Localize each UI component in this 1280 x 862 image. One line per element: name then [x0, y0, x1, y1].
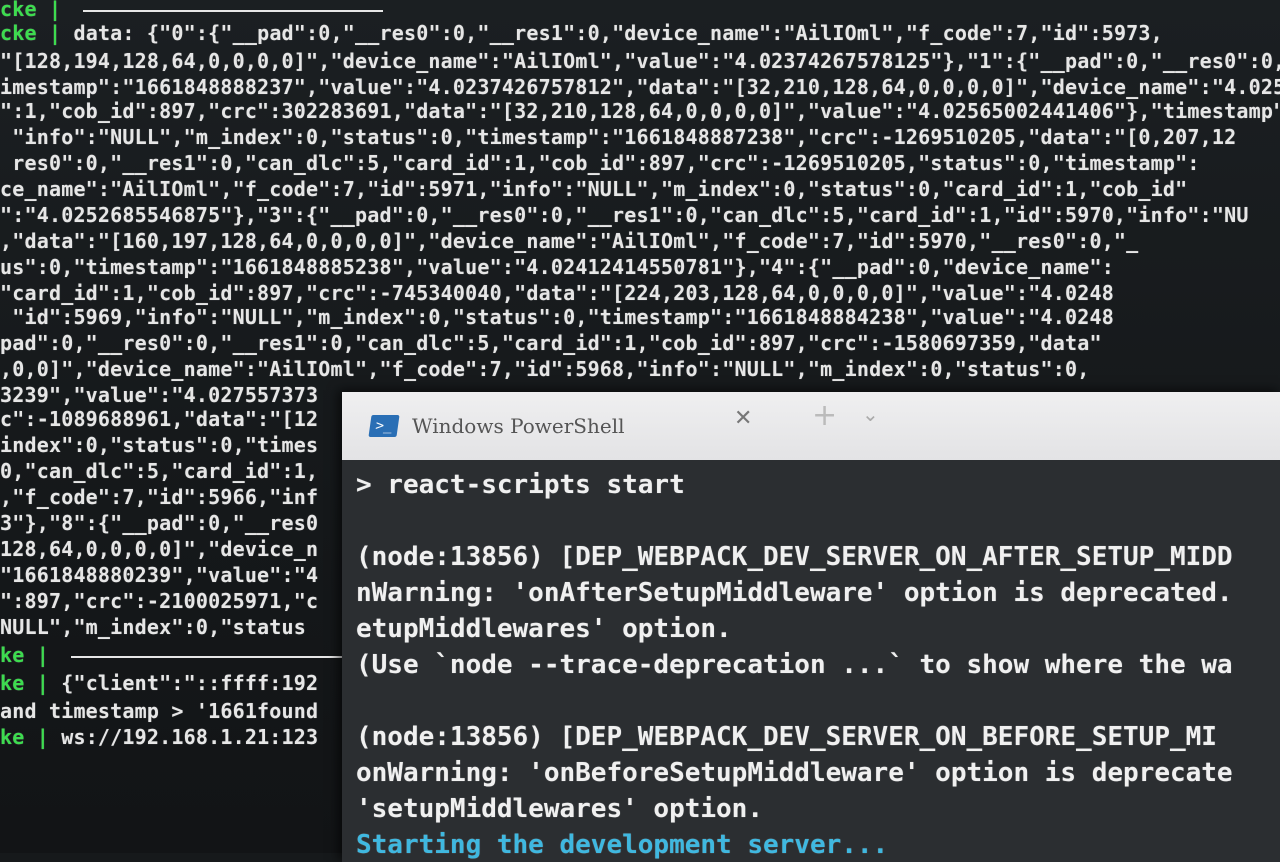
terminal-line: 3"},"8":{"__pad":0,"__res0 — [0, 510, 318, 536]
line-text: index":0,"status":0,"times — [0, 433, 319, 457]
line-text: 3239","value":"4.027557373 — [0, 383, 319, 407]
line-text: "card_id":1,"cob_id":897,"crc":-74534004… — [0, 281, 1114, 305]
powershell-tab[interactable]: >_ Windows PowerShell — [368, 406, 625, 446]
terminal-line: 0,"can_dlc":5,"card_id":1, — [0, 458, 318, 484]
terminal-line: ce_name":"AilIOml","f_code":7,"id":5971,… — [0, 176, 1187, 202]
terminal-line: "id":5969,"info":"NULL","m_index":0,"sta… — [0, 304, 1114, 330]
line-text: us":0,"timestamp":"1661848885238","value… — [0, 255, 1114, 279]
line-text: data: {"0":{"__pad":0,"__res0":0,"__res1… — [61, 21, 1163, 45]
terminal-line: ,"data":"[160,197,128,64,0,0,0,0]","devi… — [0, 228, 1138, 254]
line-text — [49, 643, 61, 667]
terminal-line: ":"4.0252685546875"},"3":{"__pad":0,"__r… — [0, 202, 1249, 228]
line-text: {"client":"::ffff:192 — [48, 671, 319, 695]
terminal-line: "card_id":1,"cob_id":897,"crc":-74534004… — [0, 280, 1114, 306]
line-prefix: ke | — [0, 671, 49, 695]
line-text — [61, 0, 73, 21]
line-prefix: cke | — [0, 21, 62, 45]
console-line: (Use `node --trace-deprecation ...` to s… — [356, 650, 1233, 680]
terminal-line: "info":"NULL","m_index":0,"status":0,"ti… — [0, 124, 1236, 150]
powershell-window[interactable]: >_ Windows PowerShell ✕ + ⌄ > react-scri… — [342, 392, 1280, 862]
terminal-line: ,0,0]","device_name":"AilIOml","f_code":… — [0, 356, 1089, 382]
console-line: 'setupMiddlewares' option. — [356, 794, 763, 824]
chevron-down-icon[interactable]: ⌄ — [862, 402, 879, 426]
line-text: "id":5969,"info":"NULL","m_index":0,"sta… — [0, 305, 1114, 329]
line-text: ":"4.0252685546875"},"3":{"__pad":0,"__r… — [0, 203, 1249, 227]
line-prefix: ke | — [0, 725, 49, 749]
line-text: "[128,194,128,64,0,0,0,0]","device_name"… — [0, 49, 1280, 73]
console-line: > react-scripts start — [356, 470, 685, 500]
terminal-line: index":0,"status":0,"times — [0, 432, 318, 458]
line-text: "1661848880239","value":"4 — [0, 563, 319, 587]
console-line: (node:13856) [DEP_WEBPACK_DEV_SERVER_ON_… — [356, 722, 1217, 752]
terminal-line: ":1,"cob_id":897,"crc":302283691,"data":… — [0, 98, 1280, 124]
line-text: 3"},"8":{"__pad":0,"__res0 — [0, 511, 319, 535]
terminal-line: ,"f_code":7,"id":5966,"inf — [0, 484, 318, 510]
powershell-titlebar[interactable]: >_ Windows PowerShell ✕ + ⌄ — [342, 392, 1280, 461]
line-text: ":897,"crc":-2100025971,"c — [0, 589, 319, 613]
terminal-line: res0":0,"__res1":0,"can_dlc":5,"card_id"… — [0, 150, 1200, 176]
line-text: "info":"NULL","m_index":0,"status":0,"ti… — [0, 125, 1237, 149]
terminal-line: 128,64,0,0,0,0]","device_n — [0, 536, 318, 562]
line-text: 128,64,0,0,0,0]","device_n — [0, 537, 319, 561]
console-line: (node:13856) [DEP_WEBPACK_DEV_SERVER_ON_… — [356, 542, 1233, 572]
line-text: NULL","m_index":0,"status — [0, 615, 307, 639]
line-text: ":1,"cob_id":897,"crc":302283691,"data":… — [0, 99, 1280, 123]
line-text: pad":0,"__res0":0,"__res1":0,"can_dlc":5… — [0, 331, 1102, 355]
terminal-line: "[128,194,128,64,0,0,0,0]","device_name"… — [0, 48, 1280, 74]
line-text: ce_name":"AilIOml","f_code":7,"id":5971,… — [0, 177, 1188, 201]
terminal-line: "1661848880239","value":"4 — [0, 562, 318, 588]
console-line: nWarning: 'onAfterSetupMiddleware' optio… — [356, 578, 1233, 608]
line-text: ,0,0]","device_name":"AilIOml","f_code":… — [0, 357, 1090, 381]
line-text: ws://192.168.1.21:123 — [48, 725, 319, 749]
terminal-line: cke | — [0, 0, 384, 22]
terminal-line: ke | — [0, 642, 372, 668]
terminal-line: c":-1089688961,"data":"[12 — [0, 406, 318, 432]
powershell-icon: >_ — [368, 415, 400, 437]
new-tab-icon[interactable]: + — [812, 398, 837, 433]
console-line: Starting the development server... — [356, 830, 889, 860]
line-text: imestamp":"1661848888237","value":"4.023… — [0, 75, 1280, 99]
powershell-console[interactable]: > react-scripts start (node:13856) [DEP_W… — [342, 460, 1280, 862]
tab-title: Windows PowerShell — [412, 414, 625, 438]
console-line: onWarning: 'onBeforeSetupMiddleware' opt… — [356, 758, 1233, 788]
line-text: res0":0,"__res1":0,"can_dlc":5,"card_id"… — [0, 151, 1200, 175]
terminal-line: us":0,"timestamp":"1661848885238","value… — [0, 254, 1114, 280]
terminal-line: cke | data: {"0":{"__pad":0,"__res0":0,"… — [0, 20, 1163, 46]
line-prefix: cke | — [0, 0, 62, 21]
console-line: etupMiddlewares' option. — [356, 614, 732, 644]
close-tab-icon[interactable]: ✕ — [734, 406, 752, 431]
terminal-line: ke | {"client":"::ffff:192 — [0, 670, 318, 696]
terminal-line: imestamp":"1661848888237","value":"4.023… — [0, 74, 1280, 100]
terminal-line: ":897,"crc":-2100025971,"c — [0, 588, 318, 614]
terminal-line: pad":0,"__res0":0,"__res1":0,"can_dlc":5… — [0, 330, 1102, 356]
terminal-line: ke | ws://192.168.1.21:123 — [0, 724, 318, 750]
line-text: ,"data":"[160,197,128,64,0,0,0,0]","devi… — [0, 229, 1139, 253]
line-text: c":-1089688961,"data":"[12 — [0, 407, 319, 431]
terminal-line: 3239","value":"4.027557373 — [0, 382, 318, 408]
line-prefix: ke | — [0, 643, 49, 667]
terminal-line: NULL","m_index":0,"status — [0, 614, 306, 640]
line-text: ,"f_code":7,"id":5966,"inf — [0, 485, 319, 509]
separator-line — [83, 9, 384, 12]
line-text: 0,"can_dlc":5,"card_id":1, — [0, 459, 319, 483]
line-text: and timestamp > '1661found — [0, 699, 319, 723]
separator-line — [71, 655, 372, 658]
terminal-line: and timestamp > '1661found — [0, 698, 318, 724]
